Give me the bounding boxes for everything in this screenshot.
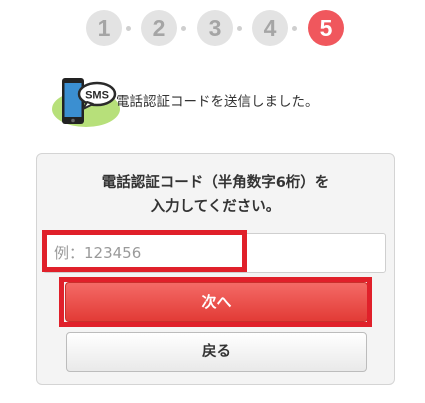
step-3: 3 xyxy=(197,10,233,46)
sms-sent-notice: SMS 電話認証コードを送信しました。 xyxy=(50,74,410,130)
step-indicator: 1 2 3 4 5 xyxy=(86,10,346,46)
sms-phone-icon: SMS xyxy=(52,78,120,127)
step-separator xyxy=(181,26,186,31)
sms-sent-message: 電話認証コードを送信しました。 xyxy=(116,94,319,110)
verification-code-input[interactable] xyxy=(43,233,386,273)
instruction-line-1: 電話認証コード（半角数字6桁）を xyxy=(101,175,330,191)
step-5-current: 5 xyxy=(308,10,344,46)
instruction-text: 電話認証コード（半角数字6桁）を 入力してください。 xyxy=(37,171,394,219)
step-separator xyxy=(126,26,131,31)
step-4: 4 xyxy=(252,10,288,46)
instruction-line-2: 入力してください。 xyxy=(150,199,281,215)
step-2: 2 xyxy=(141,10,177,46)
step-1: 1 xyxy=(86,10,122,46)
sms-badge-text: SMS xyxy=(85,90,109,102)
step-separator xyxy=(237,26,242,31)
back-button[interactable]: 戻る xyxy=(66,332,367,372)
verification-code-panel: 電話認証コード（半角数字6桁）を 入力してください。 次へ 戻る xyxy=(36,153,395,385)
step-separator xyxy=(292,26,297,31)
next-button[interactable]: 次へ xyxy=(65,282,368,322)
